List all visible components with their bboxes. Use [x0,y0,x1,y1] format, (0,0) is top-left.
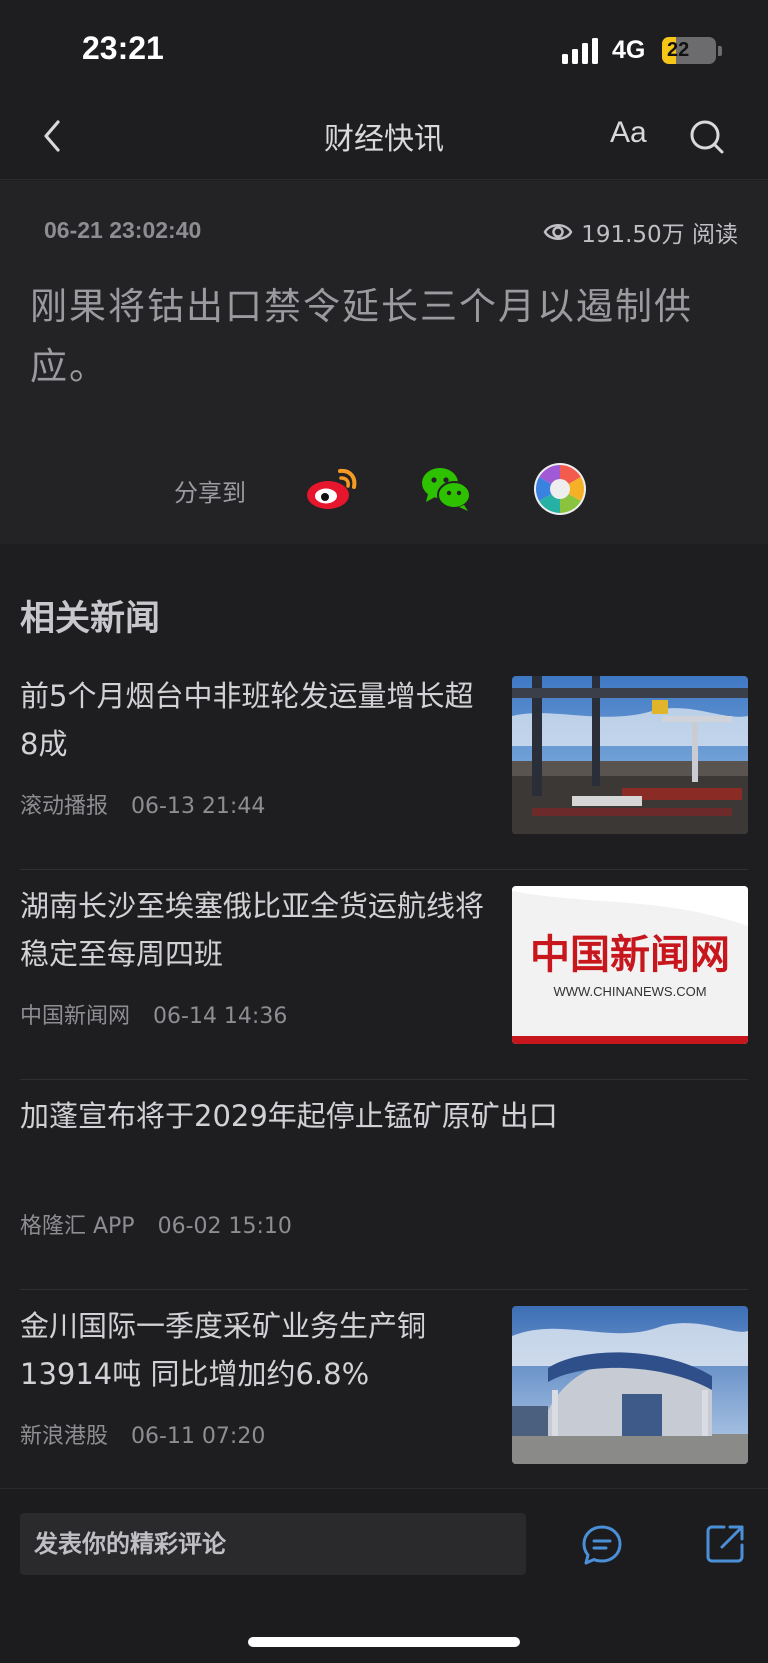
news-source: 滚动播报 [20,794,109,819]
news-item[interactable]: 金川国际一季度采矿业务生产铜13914吨 同比增加约6.8% 新浪港股 06-1… [20,1290,748,1500]
news-title[interactable]: 湖南长沙至埃塞俄比亚全货运航线将稳定至每周四班 [20,882,490,978]
signal-icon [562,38,598,64]
news-source: 中国新闻网 [20,1004,131,1029]
nav-bar: 财经快讯 Aa [0,100,768,180]
view-count: 191.50万 阅读 [543,215,738,249]
news-item[interactable]: 加蓬宣布将于2029年起停止锰矿原矿出口 格隆汇 APP 06-02 15:10 [20,1080,748,1290]
news-item[interactable]: 湖南长沙至埃塞俄比亚全货运航线将稳定至每周四班 中国新闻网 06-14 14:3… [20,870,748,1080]
news-time: 06-14 14:36 [153,1004,288,1029]
port-crane-image[interactable] [512,676,748,834]
article-body: 刚果将钴出口禁令延长三个月以遏制供应。 [30,285,693,388]
news-time: 06-02 15:10 [157,1214,292,1239]
page: 23:21 4G 22 财经快讯 Aa 06-21 23:02:40 191.5… [0,0,768,1663]
page-title: 财经快讯 [324,122,444,157]
status-bar: 23:21 4G 22 [0,0,768,96]
thumb-url-text: WWW.CHINANEWS.COM [553,984,706,999]
home-indicator[interactable] [248,1637,520,1647]
share-label: 分享到 [174,479,246,507]
news-time: 06-11 07:20 [131,1424,266,1449]
news-meta: 新浪港股 06-11 07:20 [20,1418,281,1450]
search-icon[interactable] [688,118,726,156]
article-datetime: 06-21 23:02:40 [44,217,202,243]
news-meta: 滚动播报 06-13 21:44 [20,788,281,820]
news-source: 新浪港股 [20,1424,109,1449]
moments-icon[interactable] [532,461,588,517]
thumb-logo-text: 中国新闻网 [530,931,730,978]
article-card: 06-21 23:02:40 191.50万 阅读 刚果将钴出口禁令延长三个月以… [0,181,768,544]
font-size-button[interactable]: Aa [610,116,647,150]
news-meta: 中国新闻网 06-14 14:36 [20,998,303,1030]
bottom-bar: 发表你的精彩评论 [0,1488,768,1663]
news-source: 格隆汇 APP [20,1214,135,1239]
wechat-icon[interactable] [418,461,474,517]
news-item[interactable]: 前5个月烟台中非班轮发运量增长超8成 滚动播报 06-13 21:44 [20,660,748,870]
weibo-icon[interactable] [304,461,360,517]
related-news-title: 相关新闻 [20,599,161,639]
network-label: 4G [612,36,646,64]
factory-gate-image[interactable] [512,1306,748,1464]
news-title[interactable]: 加蓬宣布将于2029年起停止锰矿原矿出口 [20,1092,720,1140]
news-meta: 格隆汇 APP 06-02 15:10 [20,1208,308,1240]
chinanews-logo-image[interactable]: 中国新闻网 WWW.CHINANEWS.COM [512,886,748,1044]
share-out-icon[interactable] [704,1523,746,1565]
share-row: 分享到 [0,461,768,521]
battery-icon: 22 [662,37,716,64]
news-time: 06-13 21:44 [131,794,266,819]
comment-input[interactable]: 发表你的精彩评论 [20,1513,526,1575]
battery-level: 22 [667,39,690,61]
status-time: 23:21 [82,30,164,66]
view-count-text: 191.50万 阅读 [581,222,738,248]
news-title[interactable]: 金川国际一季度采矿业务生产铜13914吨 同比增加约6.8% [20,1302,490,1398]
news-title[interactable]: 前5个月烟台中非班轮发运量增长超8成 [20,672,490,768]
comment-icon[interactable] [580,1523,624,1567]
back-icon[interactable] [36,118,72,154]
eye-icon [543,224,573,240]
